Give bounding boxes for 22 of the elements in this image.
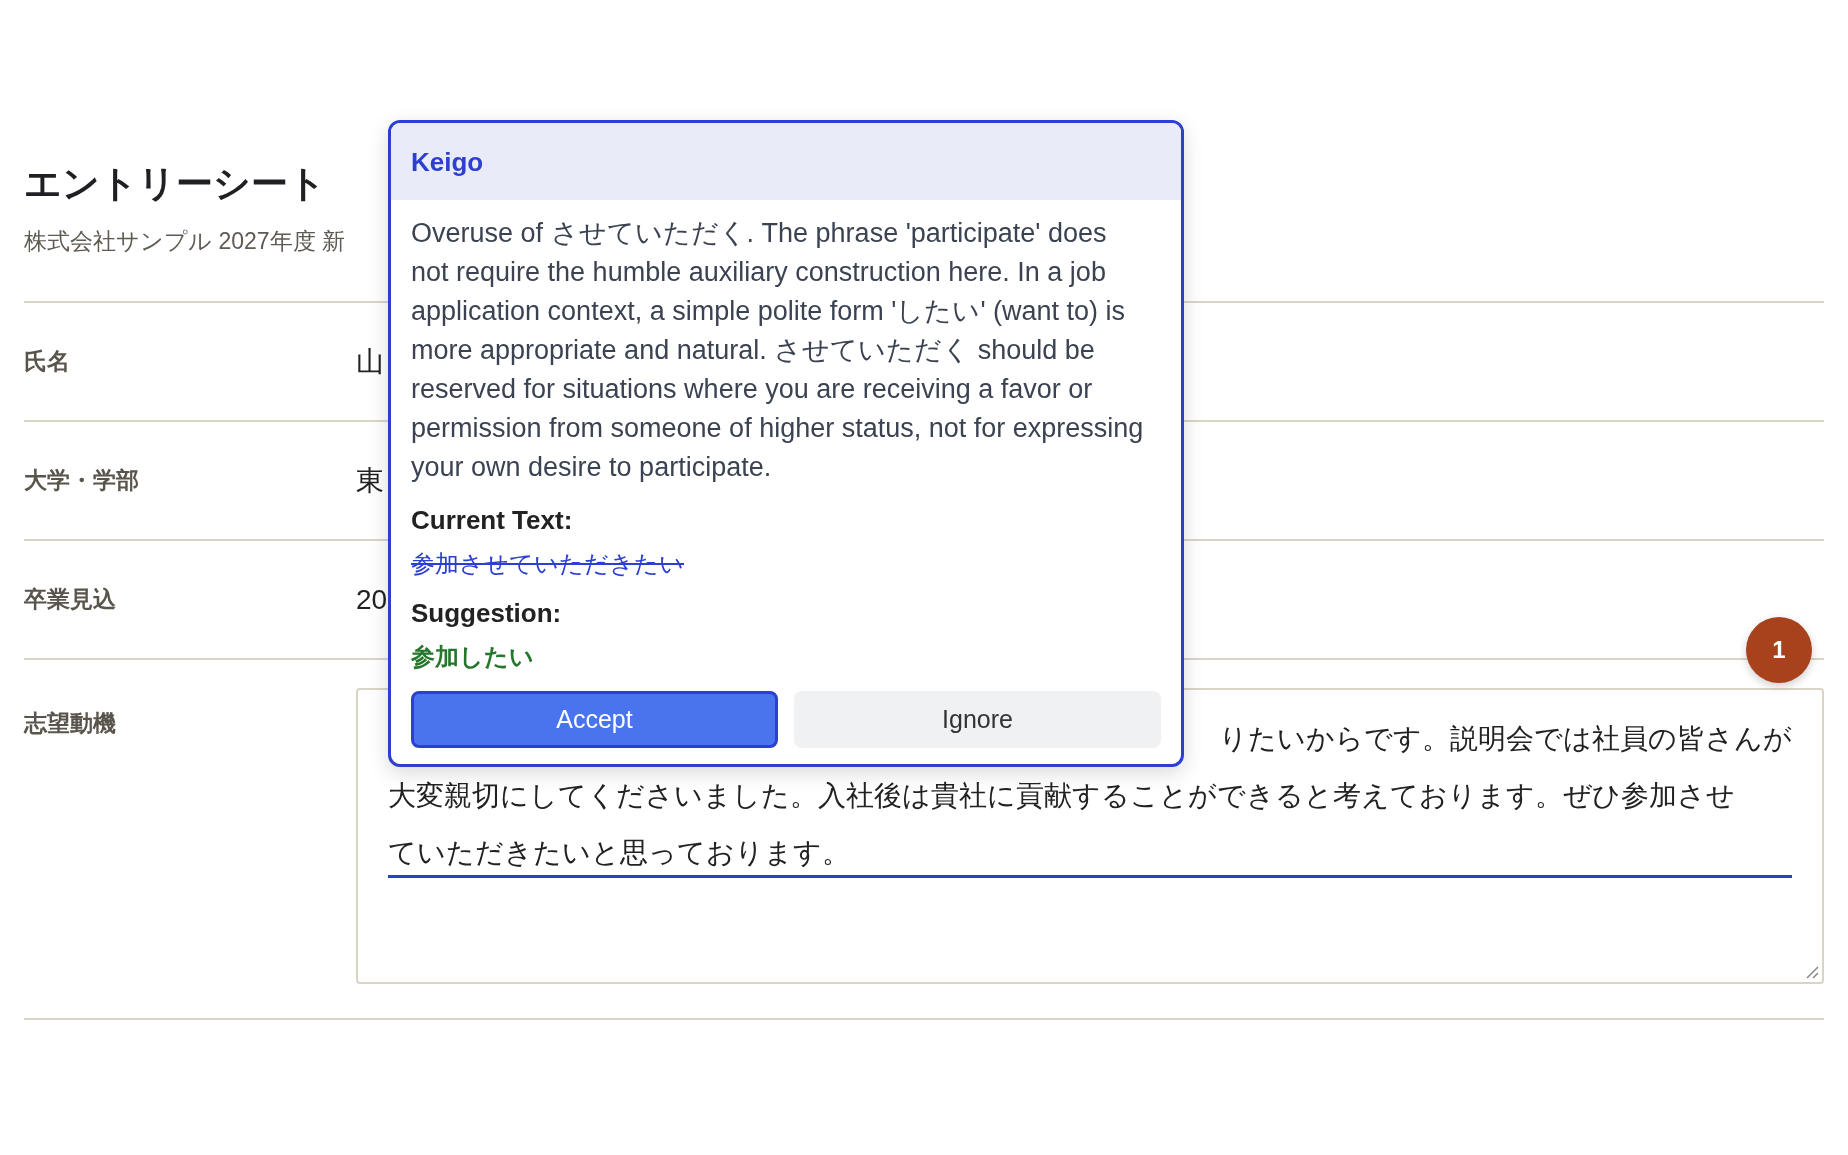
textarea-text-line: ていただきたいと思っております。 [388, 835, 850, 870]
explanation-text: Overuse of させていただく. The phrase 'participate' does not require the humble auxiliary construction here. In a job application context, a simple polite form 'したい' (want to) is more appropriate and natural. させていただく should be reserved for situations where you are receiving a favor or permission from someone of higher status, not for expressing your own desire to participate. [411, 217, 1145, 484]
field-value: 山 [356, 344, 384, 379]
popup-category: Keigo [411, 147, 484, 177]
ignore-button[interactable]: Ignore [794, 691, 1161, 748]
field-label: 大学・学部 [24, 466, 139, 496]
field-value: 20 [356, 583, 388, 616]
suggestion-label: Suggestion: [411, 598, 562, 629]
field-value: 東 [356, 463, 384, 498]
textarea-text-line: りたいからです。説明会では社員の皆さんが [1219, 721, 1792, 756]
field-label: 卒業見込 [24, 585, 116, 615]
accept-button[interactable]: Accept [411, 691, 778, 748]
issue-count-badge[interactable]: 1 [1746, 617, 1812, 683]
textarea-text-line: 大変親切にしてくださいました。入社後は貴社に貢献することができると考えております。ぜひ参加させ [388, 778, 1735, 813]
field-label: 志望動機 [24, 709, 116, 739]
resize-grip-icon[interactable] [1805, 965, 1819, 980]
current-text-label: Current Text: [411, 505, 573, 536]
field-label: 氏名 [24, 347, 70, 377]
page-subtitle: 株式会社サンプル 2027年度 新 [24, 227, 345, 257]
suggestion-text: 参加したい [411, 642, 534, 672]
current-text: 参加させていただきたい [411, 549, 684, 579]
page-title: エントリーシート [24, 162, 326, 206]
